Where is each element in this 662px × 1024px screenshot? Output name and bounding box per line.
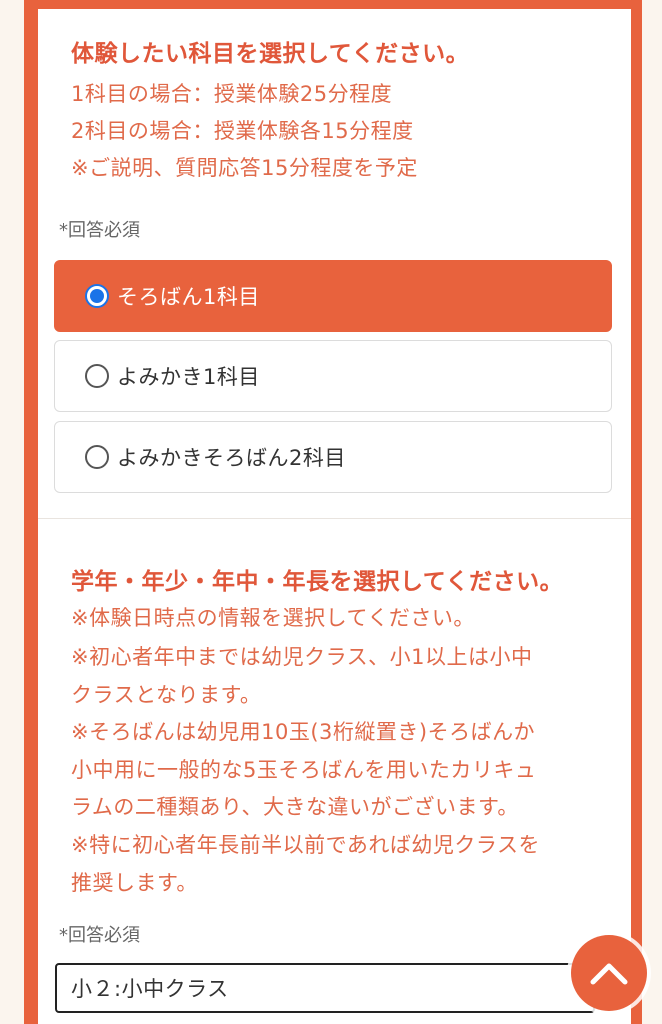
grade-question-title: 学年・年少・年中・年長を選択してください。 bbox=[71, 569, 564, 595]
grade-note: クラスとなります。 bbox=[71, 683, 262, 707]
subject-note: ※ご説明、質問応答15分程度を予定 bbox=[71, 156, 418, 180]
radio-dot bbox=[90, 289, 104, 303]
option-label: よみかき1科目 bbox=[117, 365, 260, 389]
subject-option-yomikaki[interactable]: よみかき1科目 bbox=[54, 340, 612, 412]
subject-note: 2科目の場合：授業体験各15分程度 bbox=[71, 119, 414, 143]
form-panel: 体験したい科目を選択してください。 1科目の場合：授業体験25分程度 2科目の場… bbox=[38, 9, 631, 1024]
required-label: *回答必須 bbox=[59, 925, 140, 946]
radio-button[interactable] bbox=[85, 364, 109, 388]
radio-button[interactable] bbox=[85, 445, 109, 469]
grade-select[interactable]: 小２:小中クラス bbox=[55, 963, 595, 1013]
grade-note: ラムの二種類あり、大きな違いがございます。 bbox=[71, 795, 519, 819]
option-label: よみかきそろばん2科目 bbox=[117, 446, 346, 470]
subject-question: 体験したい科目を選択してください。 1科目の場合：授業体験25分程度 2科目の場… bbox=[38, 9, 631, 518]
grade-note: 小中用に一般的な5玉そろばんを用いたカリキュ bbox=[71, 758, 537, 782]
grade-note: ※特に初心者年長前半以前であれば幼児クラスを bbox=[71, 833, 540, 857]
radio-button-checked[interactable] bbox=[85, 284, 109, 308]
grade-note: ※体験日時点の情報を選択してください。 bbox=[71, 606, 475, 630]
option-label: そろばん1科目 bbox=[117, 285, 260, 309]
grade-note: 推奨します。 bbox=[71, 871, 198, 895]
subject-note: 1科目の場合：授業体験25分程度 bbox=[71, 82, 393, 106]
subject-option-soroban[interactable]: そろばん1科目 bbox=[54, 260, 612, 332]
subject-question-title: 体験したい科目を選択してください。 bbox=[71, 41, 470, 67]
grade-select-value: 小２:小中クラス bbox=[71, 977, 229, 1001]
grade-note: ※そろばんは幼児用10玉(3桁縦置き)そろばんか bbox=[71, 720, 536, 744]
subject-option-both[interactable]: よみかきそろばん2科目 bbox=[54, 421, 612, 493]
scroll-to-top-button[interactable] bbox=[571, 935, 647, 1011]
chevron-up-icon bbox=[590, 963, 628, 985]
required-label: *回答必須 bbox=[59, 220, 140, 241]
grade-question: 学年・年少・年中・年長を選択してください。 ※体験日時点の情報を選択してください… bbox=[38, 519, 631, 1024]
grade-note: ※初心者年中までは幼児クラス、小1以上は小中 bbox=[71, 645, 533, 669]
